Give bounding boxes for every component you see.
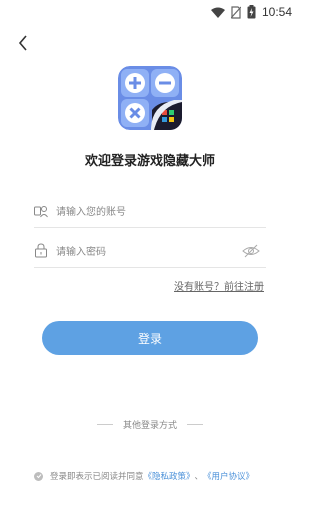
divider-line-right [187, 424, 203, 425]
password-input[interactable]: 请输入密码 [56, 243, 266, 258]
wifi-icon [210, 7, 225, 18]
no-sim-icon [230, 5, 241, 19]
other-login-label: 其他登录方式 [122, 421, 177, 431]
agreement-text: 登录即表示已阅读并同意 [50, 472, 144, 482]
agreement: 登录即表示已阅读并同意 《隐私政策》 、 《用户协议》 [34, 470, 284, 482]
register-link[interactable]: 没有账号？前往注册 [174, 278, 264, 293]
chevron-left-icon [17, 35, 29, 55]
back-button[interactable] [12, 34, 34, 56]
check-icon [36, 474, 41, 479]
status-time: 10:54 [261, 5, 292, 19]
user-agreement-link[interactable]: 《用户协议》 [203, 470, 254, 482]
battery-icon [247, 5, 256, 19]
password-field[interactable]: 请输入密码 [34, 234, 266, 268]
status-bar: 10:54 [0, 0, 300, 24]
account-field[interactable]: 请输入您的账号 [34, 194, 266, 228]
eye-off-icon[interactable] [242, 242, 260, 260]
agreement-checkbox[interactable] [34, 471, 43, 481]
privacy-policy-link[interactable]: 《隐私政策》 [144, 470, 195, 482]
lock-icon [34, 243, 50, 259]
divider-line-left [96, 424, 113, 425]
calculator-hide-logo-icon [118, 66, 182, 130]
account-input[interactable]: 请输入您的账号 [56, 203, 266, 218]
login-button[interactable]: 登录 [42, 321, 258, 355]
app-logo [118, 66, 182, 130]
user-icon [34, 203, 50, 219]
welcome-title: 欢迎登录游戏隐藏大师 [84, 154, 215, 169]
agreement-separator: 、 [194, 472, 204, 482]
other-login-divider: 其他登录方式 [0, 418, 300, 431]
